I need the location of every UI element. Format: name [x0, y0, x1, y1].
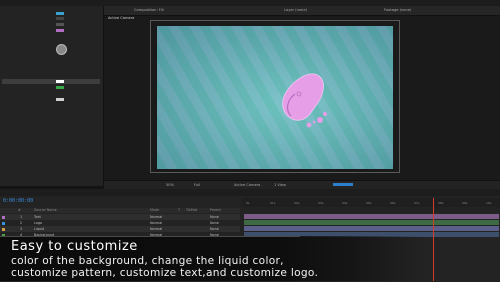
layer-duration-bar[interactable] — [244, 226, 499, 231]
ruler-tick: 03s — [318, 201, 324, 205]
liquid-logo-shape[interactable] — [275, 70, 330, 132]
fx-row[interactable] — [2, 16, 100, 21]
label-color-chip[interactable] — [2, 227, 5, 231]
label-color-chip[interactable] — [2, 221, 5, 225]
active-camera-label: Active Camera — [108, 16, 135, 20]
caption-divider — [0, 236, 300, 237]
layer-duration-bar[interactable] — [244, 214, 499, 219]
layer-duration-bar[interactable] — [244, 220, 499, 225]
fx-row[interactable] — [2, 40, 100, 45]
fx-row[interactable] — [2, 91, 100, 96]
fx-row[interactable] — [2, 34, 100, 39]
effect-controls-panel[interactable] — [0, 6, 104, 186]
fx-row[interactable] — [2, 61, 100, 66]
fx-row[interactable] — [2, 73, 100, 78]
ruler-tick: 09s — [462, 201, 468, 205]
col-mode: Mode — [150, 208, 160, 212]
layer-header: # Source Name Mode T TrkMat Parent — [0, 208, 240, 213]
fx-row[interactable] — [2, 97, 100, 102]
caption-line-1: color of the background, change the liqu… — [11, 255, 284, 267]
ruler-tick: 08s — [438, 201, 444, 205]
ruler-tick: 05s — [366, 201, 372, 205]
tab-layer[interactable]: Layer (none) — [284, 7, 307, 14]
ruler-tick: 0s — [246, 201, 250, 205]
label-color-chip[interactable] — [2, 215, 5, 219]
ruler-tick: 02s — [294, 201, 300, 205]
col-source-name: Source Name — [34, 208, 57, 212]
col-trkmat: TrkMat — [186, 208, 198, 212]
composition-tabs: Composition: Fill Layer (none) Footage (… — [104, 6, 500, 16]
fx-row[interactable] — [2, 67, 100, 72]
camera-menu[interactable]: Active Camera — [234, 182, 260, 189]
caption-line-2: customize pattern, customize text,and cu… — [11, 267, 319, 279]
view-layout-menu[interactable]: 1 View — [274, 182, 286, 189]
ruler-tick: 01s — [270, 201, 276, 205]
ruler-tick: 10s — [486, 201, 492, 205]
ruler-tick: 07s — [414, 201, 420, 205]
fx-row[interactable] — [2, 85, 100, 90]
col-t: T — [178, 208, 181, 212]
exposure-slider[interactable] — [333, 183, 353, 186]
resolution-menu[interactable]: Full — [194, 182, 200, 189]
tab-composition[interactable]: Composition: Fill — [134, 7, 164, 14]
tab-footage[interactable]: Footage (none) — [384, 7, 411, 14]
zoom-menu[interactable]: 50% — [166, 182, 174, 189]
ruler-tick: 06s — [390, 201, 396, 205]
fx-row[interactable] — [2, 28, 100, 33]
angle-dial-icon[interactable] — [56, 44, 67, 55]
col-parent: Parent — [210, 208, 221, 212]
fx-row[interactable] — [2, 22, 100, 27]
timecode[interactable]: 0:00:00:00 — [3, 198, 33, 204]
caption-title: Easy to customize — [11, 239, 138, 254]
ruler-tick: 04s — [342, 201, 348, 205]
timeline-tabs — [0, 189, 500, 196]
col-number: # — [18, 208, 21, 212]
fx-row-selected[interactable] — [2, 79, 100, 84]
